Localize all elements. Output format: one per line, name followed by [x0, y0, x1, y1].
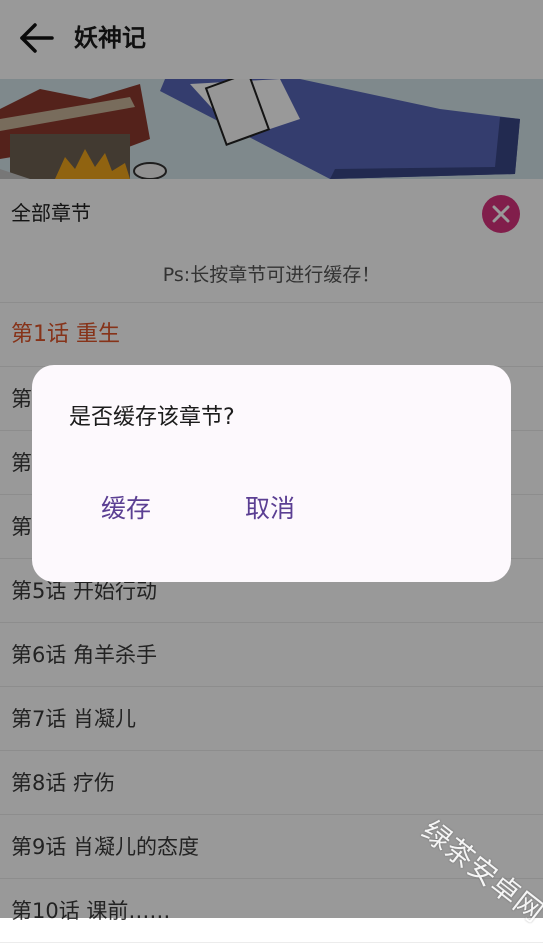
cancel-button[interactable]: 取消	[245, 492, 295, 526]
app-screen: 妖神记 全部章节 Ps:长按章节可进行缓存！ 第1话 重生 第5话 开始行动 第…	[0, 0, 543, 943]
cache-button[interactable]: 缓存	[101, 492, 151, 526]
dialog-message: 是否缓存该章节?	[69, 405, 235, 430]
cache-dialog: 是否缓存该章节? 缓存 取消	[32, 365, 511, 582]
